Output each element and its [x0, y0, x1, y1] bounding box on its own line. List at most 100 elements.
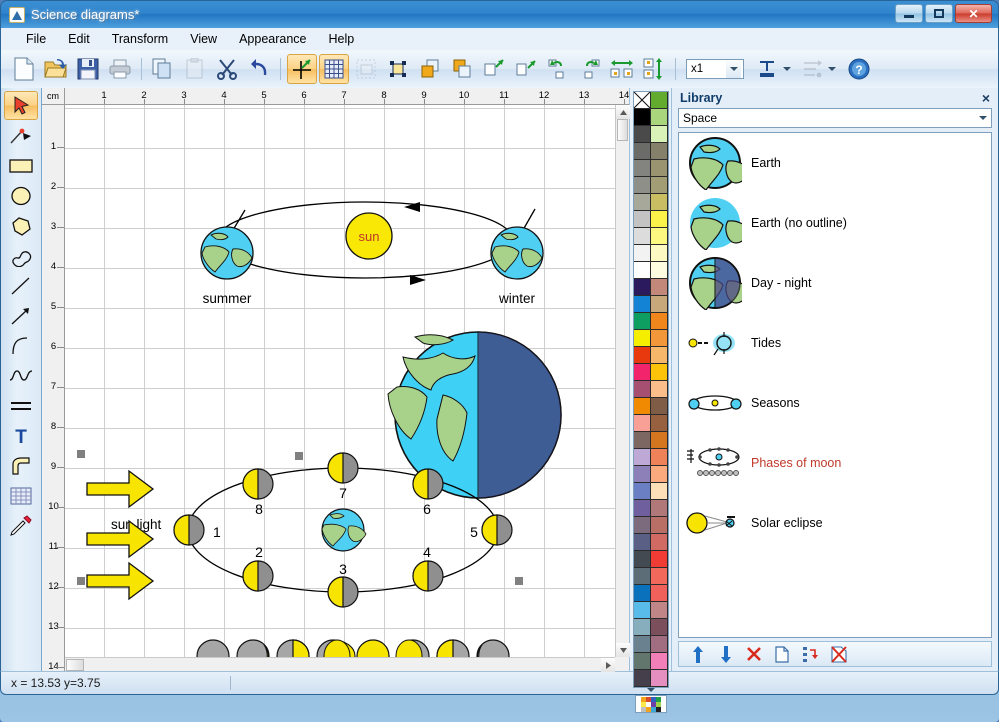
library-item-phases-of-moon[interactable]: Phases of moon [679, 433, 991, 493]
arrow-tool[interactable] [4, 301, 38, 330]
curve-tool[interactable] [4, 331, 38, 360]
color-swatch[interactable] [650, 636, 668, 653]
color-swatch[interactable] [650, 653, 668, 670]
color-swatch[interactable] [633, 330, 651, 347]
color-swatch[interactable] [650, 568, 668, 585]
align-horizontal-button[interactable] [607, 54, 637, 84]
align-vertical-button[interactable] [639, 54, 669, 84]
color-swatch[interactable] [633, 245, 651, 262]
color-swatch[interactable] [633, 670, 651, 687]
color-swatch[interactable] [650, 126, 668, 143]
show-grid-button[interactable] [319, 54, 349, 84]
color-swatch[interactable] [633, 228, 651, 245]
group-button[interactable] [383, 54, 413, 84]
palette-chooser-button[interactable] [634, 695, 667, 713]
library-item-tides[interactable]: Tides [679, 313, 991, 373]
chevron-down-icon[interactable] [726, 60, 741, 78]
text-tool[interactable]: T [4, 421, 38, 450]
minimize-button[interactable] [895, 4, 923, 23]
color-swatch[interactable] [633, 636, 651, 653]
color-swatch[interactable] [650, 245, 668, 262]
horizontal-scrollbar[interactable] [65, 657, 615, 672]
scroll-down-arrow[interactable] [616, 643, 630, 657]
menu-transform[interactable]: Transform [101, 29, 180, 49]
color-swatch[interactable] [633, 602, 651, 619]
no-color-swatch[interactable] [633, 91, 651, 109]
close-button[interactable]: ✕ [955, 4, 992, 23]
color-swatch[interactable] [650, 551, 668, 568]
close-icon[interactable]: × [982, 90, 990, 106]
color-swatch[interactable] [650, 466, 668, 483]
color-swatch[interactable] [650, 398, 668, 415]
color-swatch[interactable] [633, 279, 651, 296]
color-swatch[interactable] [650, 585, 668, 602]
color-swatch[interactable] [650, 500, 668, 517]
color-swatch[interactable] [650, 194, 668, 211]
library-item-list[interactable]: Earth Earth (no outline) Day - night Tid… [678, 132, 992, 638]
color-swatch[interactable] [633, 126, 651, 143]
ellipse-tool[interactable] [4, 181, 38, 210]
zoom-level-combobox[interactable]: x1 [686, 59, 744, 79]
color-swatch[interactable] [633, 262, 651, 279]
point-tool[interactable] [4, 121, 38, 150]
rectangle-tool[interactable] [4, 151, 38, 180]
color-swatch[interactable] [633, 194, 651, 211]
select-tool[interactable] [4, 91, 38, 120]
freehand-shape-tool[interactable] [4, 241, 38, 270]
flip-horizontal-button[interactable] [479, 54, 509, 84]
snap-to-point-button[interactable] [287, 54, 317, 84]
color-swatch[interactable] [650, 347, 668, 364]
color-swatch[interactable] [650, 211, 668, 228]
menu-help[interactable]: Help [318, 29, 366, 49]
new-item-button[interactable] [773, 645, 791, 663]
color-swatch[interactable] [650, 92, 668, 109]
color-swatch[interactable] [650, 262, 668, 279]
color-swatch[interactable] [650, 330, 668, 347]
color-swatch[interactable] [633, 585, 651, 602]
rotate-left-button[interactable] [543, 54, 573, 84]
color-swatch-grid[interactable] [632, 91, 669, 688]
library-item-earth[interactable]: Earth [679, 133, 991, 193]
scroll-up-arrow[interactable] [616, 105, 630, 119]
bring-to-front-button[interactable] [415, 54, 445, 84]
line-style-dropdown-arrow[interactable] [783, 67, 791, 71]
color-swatch[interactable] [650, 483, 668, 500]
fill-curve-tool[interactable] [4, 451, 38, 480]
arrow-style-button[interactable] [797, 54, 827, 84]
eyedropper-tool[interactable] [4, 511, 38, 540]
color-swatch[interactable] [633, 432, 651, 449]
send-to-back-button[interactable] [447, 54, 477, 84]
wave-tool[interactable] [4, 361, 38, 390]
color-swatch[interactable] [633, 381, 651, 398]
menu-appearance[interactable]: Appearance [228, 29, 317, 49]
color-swatch[interactable] [650, 602, 668, 619]
color-swatch[interactable] [633, 500, 651, 517]
double-line-tool[interactable] [4, 391, 38, 420]
horizontal-scroll-thumb[interactable] [66, 659, 84, 671]
drawing-canvas[interactable]: sun summer winter sun light 1 2 3 4 5 6 … [65, 105, 615, 657]
color-swatch[interactable] [633, 177, 651, 194]
color-swatch[interactable] [650, 109, 668, 126]
new-document-button[interactable] [9, 54, 39, 84]
color-swatch[interactable] [633, 466, 651, 483]
color-swatch[interactable] [633, 211, 651, 228]
color-swatch[interactable] [633, 551, 651, 568]
delete-item-button[interactable] [745, 645, 763, 663]
menu-edit[interactable]: Edit [57, 29, 101, 49]
color-swatch[interactable] [633, 109, 651, 126]
paste-button[interactable] [180, 54, 210, 84]
color-swatch[interactable] [650, 670, 668, 687]
color-swatch[interactable] [650, 517, 668, 534]
library-item-day-night[interactable]: Day - night [679, 253, 991, 313]
delete-library-button[interactable] [829, 645, 847, 663]
scroll-right-arrow[interactable] [601, 658, 615, 672]
color-swatch[interactable] [650, 364, 668, 381]
library-item-seasons[interactable]: Seasons [679, 373, 991, 433]
color-swatch[interactable] [633, 568, 651, 585]
color-swatch[interactable] [633, 653, 651, 670]
move-down-button[interactable] [717, 645, 735, 663]
color-swatch[interactable] [650, 415, 668, 432]
polygon-tool[interactable] [4, 211, 38, 240]
color-swatch[interactable] [650, 381, 668, 398]
color-swatch[interactable] [650, 279, 668, 296]
